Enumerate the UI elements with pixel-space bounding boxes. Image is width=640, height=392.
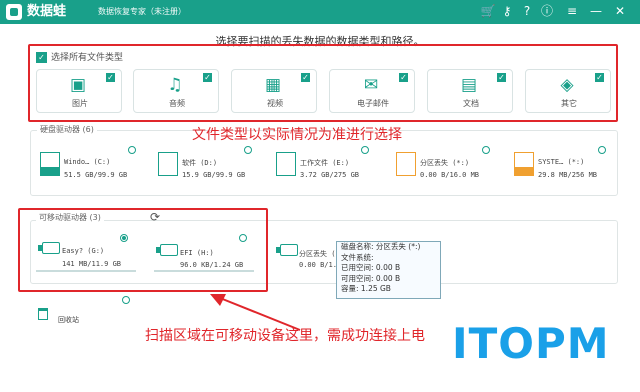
- system-drive-icon: [514, 152, 534, 176]
- select-all-label: 选择所有文件类型: [51, 53, 124, 63]
- file-type-email[interactable]: ✉ ✓ 电子邮件: [329, 69, 415, 113]
- drive-size: 141 MB/11.9 GB: [62, 260, 122, 268]
- drive-size: 96.0 KB/1.24 GB: [180, 261, 244, 269]
- document-checkbox[interactable]: ✓: [497, 73, 506, 82]
- app-subtitle: 数据恢复专家（未注册）: [98, 7, 186, 16]
- drive-info-tooltip: 磁盘名称: 分区丢失 (*:) 文件系统: 已用空间: 0.00 B 可用空间:…: [336, 241, 441, 299]
- system-drive-radio[interactable]: [598, 146, 606, 154]
- other-icon: ◈: [560, 75, 574, 95]
- file-type-label: 视频: [267, 99, 283, 108]
- drive-e-radio[interactable]: [361, 146, 369, 154]
- drive-name: EFI (H:): [180, 249, 214, 257]
- cart-icon[interactable]: 🛒: [480, 3, 496, 19]
- minimize-icon[interactable]: —: [588, 3, 604, 19]
- drive-name: Windo… (C:): [64, 158, 111, 166]
- tooltip-line: 文件系统:: [341, 252, 374, 262]
- drive-d-radio[interactable]: [244, 146, 252, 154]
- file-type-other[interactable]: ◈ ✓ 其它: [525, 69, 611, 113]
- drive-size: 3.72 GB/275 GB: [300, 171, 360, 179]
- drive-size: 15.9 GB/99.9 GB: [182, 171, 246, 179]
- drive-size: 29.8 MB/256 MB: [538, 171, 598, 179]
- file-type-label: 图片: [72, 99, 88, 108]
- scan-area-annotation: 扫描区域在可移动设备这里，需成功连接上电: [145, 328, 425, 344]
- drive-name: 分区丢失 (*:): [420, 159, 470, 167]
- audio-checkbox[interactable]: ✓: [203, 73, 212, 82]
- email-checkbox[interactable]: ✓: [399, 73, 408, 82]
- recycle-bin-icon[interactable]: [38, 308, 48, 320]
- lost-partition-radio[interactable]: [482, 146, 490, 154]
- file-type-label: 文档: [463, 99, 479, 108]
- lost-partition-icon: [396, 152, 416, 176]
- file-type-audio[interactable]: ♫ ✓ 音频: [133, 69, 219, 113]
- usb-efi-usage-track: [154, 270, 254, 272]
- app-logo-icon: [6, 4, 22, 20]
- drive-name: 软件 (D:): [182, 159, 218, 167]
- video-checkbox[interactable]: ✓: [301, 73, 310, 82]
- usb-efi-radio[interactable]: [239, 234, 247, 242]
- email-icon: ✉: [363, 75, 379, 95]
- menu-icon[interactable]: ≡: [564, 3, 580, 19]
- bottom-radio[interactable]: [122, 296, 130, 304]
- file-type-video[interactable]: ▦ ✓ 视频: [231, 69, 317, 113]
- usb-g-usage-track: [36, 270, 136, 272]
- file-type-label: 其它: [561, 99, 577, 108]
- usb-efi-icon: [156, 244, 178, 256]
- drive-c-radio[interactable]: [128, 146, 136, 154]
- file-types-annotation: 文件类型以实际情况为准进行选择: [192, 127, 402, 143]
- usb-drive-icon: [38, 242, 60, 254]
- drive-name: 工作文件 (E:): [300, 159, 350, 167]
- drive-size: 51.5 GB/99.9 GB: [64, 171, 128, 179]
- removable-drive-title: 可移动驱动器 (3): [36, 212, 104, 223]
- title-bar: 数据蛙 数据恢复专家（未注册） 🛒 ⚷ ? ⓘ ≡ — ✕: [0, 0, 640, 24]
- drive-d-icon: [158, 152, 178, 176]
- drive-name: Easy? (G:): [62, 247, 105, 255]
- video-icon: ▦: [264, 75, 282, 95]
- drive-size: 0.00 B/16.0 MB: [420, 171, 480, 179]
- document-icon: ▤: [460, 75, 478, 95]
- file-type-document[interactable]: ▤ ✓ 文档: [427, 69, 513, 113]
- usb-lost-partition-icon: [276, 244, 298, 256]
- drive-name: SYSTE… (*:): [538, 158, 585, 166]
- usb-g-radio[interactable]: [120, 234, 128, 242]
- tooltip-line: 可用空间: 0.00 B: [341, 273, 401, 283]
- info-icon[interactable]: ⓘ: [539, 3, 555, 19]
- image-icon: ▣: [69, 75, 87, 95]
- other-checkbox[interactable]: ✓: [595, 73, 604, 82]
- tooltip-line: 已用空间: 0.00 B: [341, 263, 401, 272]
- recycle-bin-label[interactable]: 回收站: [58, 315, 79, 325]
- key-icon[interactable]: ⚷: [499, 3, 515, 19]
- hard-drive-title: 硬盘驱动器 (6): [37, 124, 97, 135]
- watermark: ITOPM: [452, 319, 610, 368]
- file-type-label: 音频: [169, 99, 185, 108]
- drive-e-icon: [276, 152, 296, 176]
- file-type-image[interactable]: ▣ ✓ 图片: [36, 69, 122, 113]
- image-checkbox[interactable]: ✓: [106, 73, 115, 82]
- help-icon[interactable]: ?: [519, 3, 535, 19]
- refresh-icon[interactable]: ⟳: [148, 210, 162, 224]
- select-all-checkbox[interactable]: ✓: [36, 52, 47, 63]
- drive-c-icon: [40, 152, 60, 176]
- app-name: 数据蛙: [27, 4, 67, 19]
- tooltip-line: 容量: 1.25 GB: [341, 284, 391, 293]
- tooltip-line: 磁盘名称: 分区丢失 (*:): [341, 242, 421, 251]
- audio-icon: ♫: [167, 75, 183, 95]
- file-type-label: 电子邮件: [357, 99, 389, 108]
- close-icon[interactable]: ✕: [612, 3, 628, 19]
